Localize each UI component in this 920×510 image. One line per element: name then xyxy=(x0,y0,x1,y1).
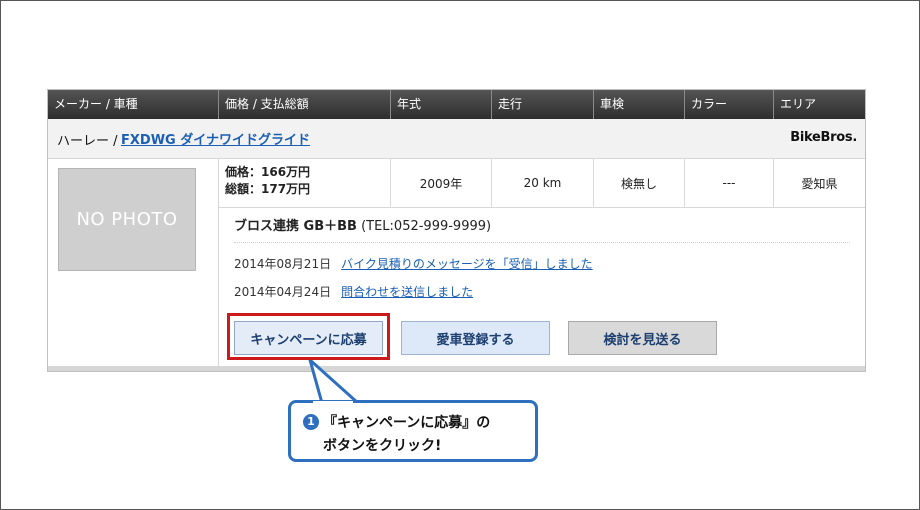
register-bike-button[interactable]: 愛車登録する xyxy=(401,321,550,355)
listing-title-row: ハーレー / FXDWG ダイナワイドグライド BikeBros. xyxy=(48,119,865,159)
total-price-value: 総額：177万円 xyxy=(225,182,311,196)
header-year: 年式 xyxy=(391,90,492,119)
history-item: 2014年04月24日 問合わせを送信しました xyxy=(234,283,473,300)
price-value: 価格：166万円 xyxy=(225,165,311,179)
history-link-message[interactable]: バイク見積りのメッセージを「受信」しました xyxy=(341,257,593,271)
header-inspection: 車検 xyxy=(594,90,685,119)
header-color: カラー xyxy=(685,90,774,119)
table-header: メーカー / 車種 価格 / 支払総額 年式 走行 車検 カラー エリア xyxy=(48,90,865,119)
header-area: エリア xyxy=(780,97,817,111)
history-link-inquiry[interactable]: 問合わせを送信しました xyxy=(341,285,473,299)
dealer-info: ブロス連携 GB＋BB (TEL:052-999-9999) xyxy=(234,215,491,234)
history-item: 2014年08月21日 バイク見積りのメッセージを「受信」しました xyxy=(234,255,593,272)
listing-data-row: 価格：166万円 総額：177万円 2009年 20 km 検無し --- 愛知… xyxy=(219,159,865,208)
listing-bottom-strip xyxy=(48,366,865,371)
dealer-tel: (TEL:052-999-9999) xyxy=(356,219,492,234)
callout-text-line2: ボタンをクリック! xyxy=(323,438,442,454)
divider xyxy=(234,242,850,243)
dealer-name: ブロス連携 GB＋BB xyxy=(234,219,357,234)
instruction-callout: 1 『キャンペーンに応募』の ボタンをクリック! xyxy=(288,400,538,462)
step-number-badge: 1 xyxy=(303,414,319,430)
mileage-value: 20 km xyxy=(492,159,594,207)
bike-listing: メーカー / 車種 価格 / 支払総額 年式 走行 車検 カラー エリア ハーレ… xyxy=(47,89,866,372)
bikebros-logo: BikeBros. xyxy=(790,130,857,145)
skip-consideration-button[interactable]: 検討を見送る xyxy=(568,321,717,355)
highlight-frame xyxy=(227,313,390,360)
callout-joint xyxy=(313,401,353,404)
color-value: --- xyxy=(685,159,774,207)
header-maker-model: メーカー / 車種 xyxy=(48,90,219,119)
history-date: 2014年08月21日 xyxy=(234,257,332,271)
header-mileage: 走行 xyxy=(492,90,594,119)
header-price: 価格 / 支払総額 xyxy=(219,90,391,119)
maker-name: ハーレー / xyxy=(57,134,118,149)
price-cell: 価格：166万円 総額：177万円 xyxy=(219,159,391,207)
photo-column: NO PHOTO xyxy=(48,159,219,371)
area-value: 愛知県 xyxy=(801,176,838,191)
callout-text-line1: 『キャンペーンに応募』の xyxy=(323,415,491,431)
year-value: 2009年 xyxy=(391,159,492,207)
history-date: 2014年04月24日 xyxy=(234,285,332,299)
no-photo-placeholder: NO PHOTO xyxy=(58,168,196,271)
inspection-value: 検無し xyxy=(594,159,685,207)
model-link[interactable]: FXDWG ダイナワイドグライド xyxy=(121,129,310,148)
